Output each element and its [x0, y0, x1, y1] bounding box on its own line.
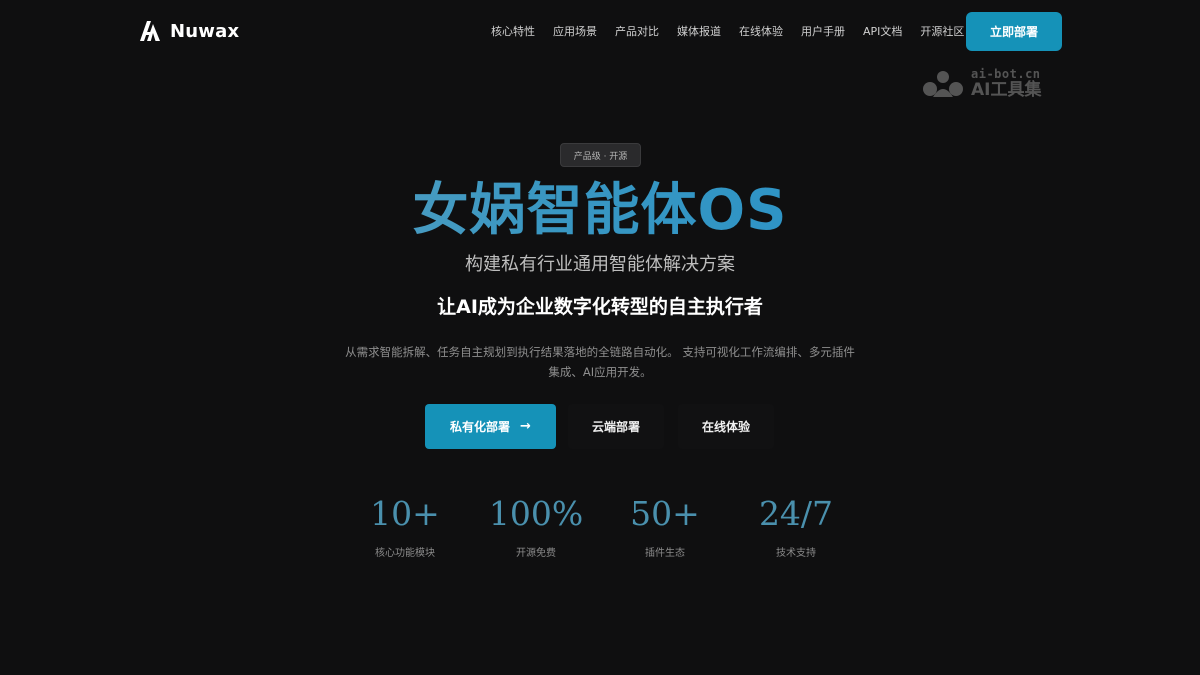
- watermark-name: AI工具集: [971, 80, 1042, 100]
- nav-link-compare[interactable]: 产品对比: [615, 24, 659, 40]
- stat-value: 24/7: [758, 494, 834, 533]
- landing-page: Nuwax 核心特性 应用场景 产品对比 媒体报道 在线体验 用户手册 API文…: [0, 0, 1200, 675]
- online-demo-button[interactable]: 在线体验: [678, 404, 774, 449]
- deploy-now-button[interactable]: 立即部署: [966, 12, 1062, 51]
- hero-description: 从需求智能拆解、任务自主规划到执行结果落地的全链路自动化。 支持可视化工作流编排…: [345, 345, 855, 379]
- nav-link-online-demo[interactable]: 在线体验: [739, 24, 783, 40]
- stat-label: 开源免费: [516, 548, 556, 559]
- stat-label: 技术支持: [776, 548, 816, 559]
- hero-tagline: 让AI成为企业数字化转型的自主执行者: [437, 296, 763, 318]
- nuwax-logo-icon: [140, 21, 160, 41]
- ai-bot-logo-icon: [923, 70, 963, 97]
- nav-link-features[interactable]: 核心特性: [491, 24, 535, 40]
- stat-support: 24/7 技术支持: [736, 494, 856, 561]
- brand-name: Nuwax: [170, 20, 240, 42]
- stat-label: 插件生态: [645, 548, 685, 559]
- top-nav: Nuwax 核心特性 应用场景 产品对比 媒体报道 在线体验 用户手册 API文…: [0, 0, 1200, 64]
- arrow-right-icon: →: [520, 419, 531, 434]
- hero-badge: 产品级 · 开源: [560, 143, 641, 167]
- stat-modules: 10+ 核心功能模块: [345, 494, 465, 561]
- watermark-url: ai-bot.cn: [971, 67, 1041, 81]
- nav-link-scenarios[interactable]: 应用场景: [553, 24, 597, 40]
- private-deploy-label: 私有化部署: [450, 420, 511, 434]
- watermark: ai-bot.cn AI工具集: [921, 68, 1041, 99]
- stat-open-source: 100% 开源免费: [476, 494, 596, 561]
- cloud-deploy-button[interactable]: 云端部署: [568, 404, 664, 449]
- private-deploy-button[interactable]: 私有化部署 →: [425, 404, 556, 449]
- nav-link-api-docs[interactable]: API文档: [863, 24, 902, 40]
- stat-label: 核心功能模块: [375, 548, 435, 559]
- hero-title: 女娲智能体OS: [0, 176, 1200, 246]
- stat-plugins: 50+ 插件生态: [605, 494, 725, 561]
- nav-link-community[interactable]: 开源社区: [920, 24, 964, 40]
- brand-logo[interactable]: Nuwax: [138, 20, 239, 42]
- nav-link-manual[interactable]: 用户手册: [801, 24, 845, 40]
- stat-value: 50+: [630, 494, 700, 533]
- nav-link-media[interactable]: 媒体报道: [677, 24, 721, 40]
- stat-value: 100%: [488, 494, 584, 533]
- hero-subtitle: 构建私有行业通用智能体解决方案: [465, 254, 735, 275]
- nav-links: 核心特性 应用场景 产品对比 媒体报道 在线体验 用户手册 API文档 开源社区: [491, 24, 982, 40]
- stat-value: 10+: [370, 494, 440, 533]
